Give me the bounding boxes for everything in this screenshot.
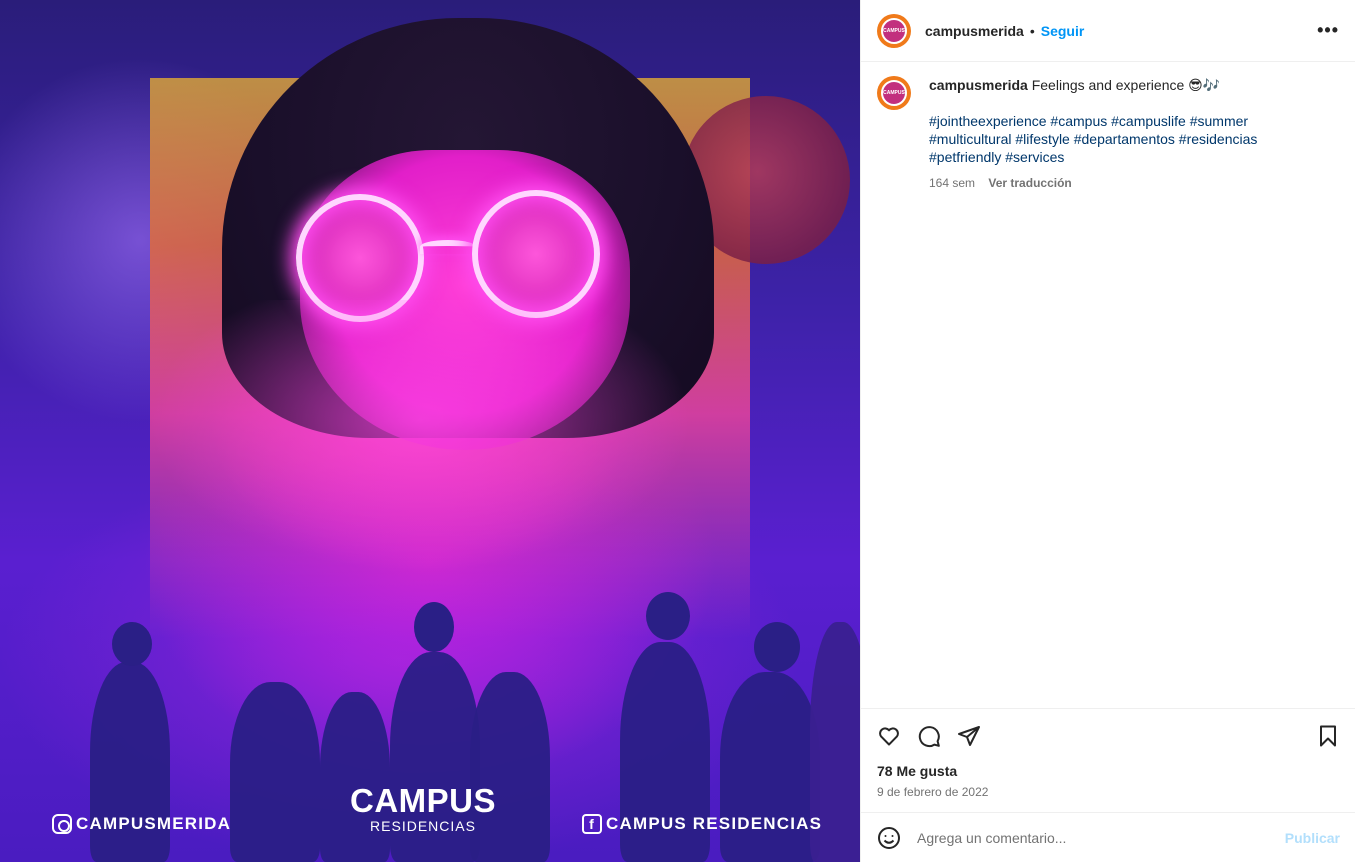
- neon-glasses-bridge: [420, 240, 476, 254]
- like-count[interactable]: 78 Me gusta: [877, 763, 1340, 779]
- heart-icon[interactable]: [877, 724, 901, 748]
- silhouette-head: [754, 622, 800, 672]
- action-icons: [877, 723, 1340, 749]
- silhouette-head: [646, 592, 690, 640]
- follow-button[interactable]: Seguir: [1041, 23, 1085, 39]
- post-age: 164 sem: [929, 176, 976, 190]
- comment-input[interactable]: [917, 829, 1285, 846]
- instagram-handle-overlay: CAMPUSMERIDA: [52, 814, 231, 834]
- header-username[interactable]: campusmerida: [925, 23, 1024, 39]
- neon-glasses-right-lens: [472, 190, 600, 318]
- avatar-logo: CAMPUS: [881, 80, 907, 106]
- comment-icon[interactable]: [917, 724, 941, 748]
- caption-meta: 164 sem Ver traducción: [929, 174, 1319, 192]
- silhouette: [230, 682, 320, 862]
- facebook-handle-text: CAMPUS RESIDENCIAS: [606, 814, 823, 833]
- brand-logo-overlay: CAMPUS RESIDENCIAS: [340, 782, 506, 835]
- brand-main-text: CAMPUS: [349, 782, 496, 819]
- caption-username[interactable]: campusmerida: [929, 77, 1028, 93]
- caption-text-line: campusmerida Feelings and experience 😎🎶: [929, 76, 1319, 94]
- post-actions: 78 Me gusta 9 de febrero de 2022: [861, 708, 1355, 799]
- post-header: CAMPUS campusmerida • Seguir •••: [861, 0, 1355, 62]
- caption-text: Feelings and experience 😎🎶: [1031, 77, 1221, 93]
- share-icon[interactable]: [957, 724, 981, 748]
- emoji-icon[interactable]: [877, 826, 901, 850]
- caption: CAMPUS campusmerida Feelings and experie…: [861, 62, 1355, 192]
- bookmark-icon[interactable]: [1316, 724, 1340, 748]
- facebook-handle-overlay: f CAMPUS RESIDENCIAS: [582, 814, 822, 834]
- translate-link[interactable]: Ver traducción: [988, 176, 1071, 190]
- publish-button[interactable]: Publicar: [1285, 830, 1340, 846]
- avatar[interactable]: CAMPUS: [877, 13, 911, 48]
- post-image[interactable]: CAMPUSMERIDA CAMPUS RESIDENCIAS f CAMPUS…: [0, 0, 860, 862]
- avatar-logo: CAMPUS: [881, 17, 907, 44]
- post-date: 9 de febrero de 2022: [877, 785, 989, 799]
- comment-bar: Publicar: [861, 812, 1355, 862]
- instagram-icon: [52, 814, 72, 834]
- instagram-handle-text: CAMPUSMERIDA: [76, 814, 232, 833]
- caption-avatar[interactable]: CAMPUS: [877, 76, 911, 110]
- caption-body: campusmerida Feelings and experience 😎🎶 …: [929, 76, 1319, 192]
- silhouette: [320, 692, 390, 862]
- more-options-icon[interactable]: •••: [1317, 20, 1339, 41]
- separator-dot: •: [1029, 22, 1035, 39]
- silhouette-head: [414, 602, 454, 652]
- post-side-panel: CAMPUS campusmerida • Seguir ••• CAMPUS …: [860, 0, 1355, 862]
- brand-sub-text: RESIDENCIAS: [370, 818, 476, 834]
- silhouette-head: [112, 622, 152, 666]
- caption-hashtags[interactable]: #jointheexperience #campus #campuslife #…: [929, 112, 1319, 166]
- facebook-icon: f: [582, 814, 602, 834]
